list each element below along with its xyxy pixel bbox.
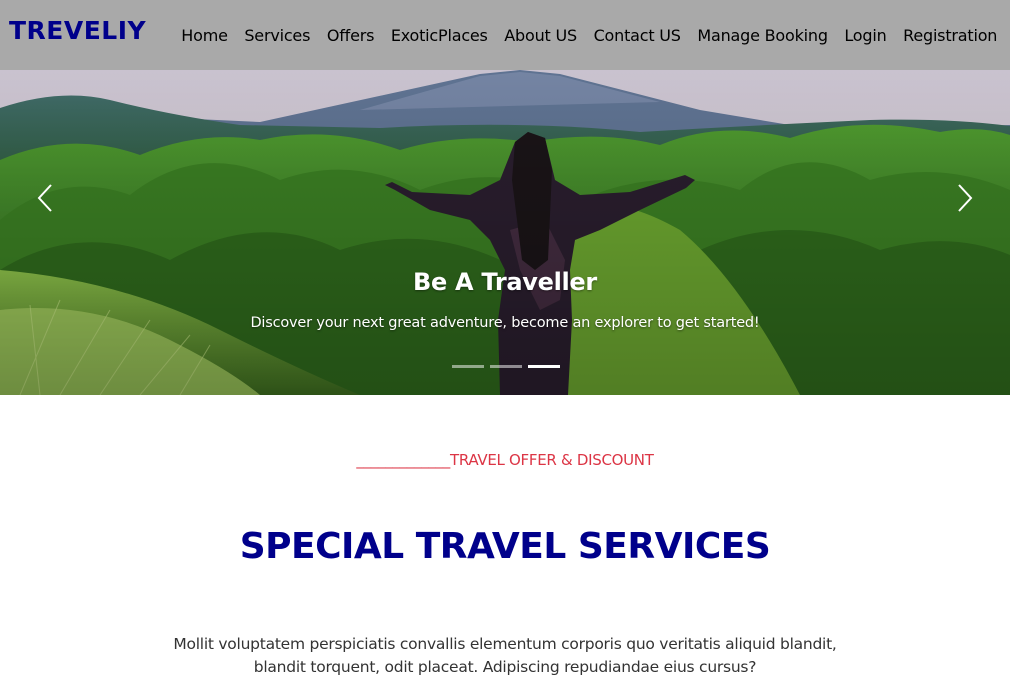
carousel-indicator-1[interactable] <box>452 365 484 368</box>
chevron-right-icon <box>958 183 973 212</box>
navbar: TREVELIY Home Services Offers ExoticPlac… <box>0 0 1010 70</box>
nav-links: Home Services Offers ExoticPlaces About … <box>173 0 1006 70</box>
hero-subtitle: Discover your next great adventure, beco… <box>250 315 760 331</box>
section-paragraph: Mollit voluptatem perspiciatis convallis… <box>173 635 837 676</box>
carousel-indicators <box>452 365 560 368</box>
nav-login[interactable]: Login <box>836 26 895 45</box>
hero-carousel: Be A Traveller Discover your next great … <box>0 70 1010 395</box>
carousel-indicator-2[interactable] <box>490 365 522 368</box>
section-title: SPECIAL TRAVEL SERVICES <box>239 526 771 567</box>
hero-title: Be A Traveller <box>413 268 597 296</box>
nav-services[interactable]: Services <box>236 26 318 45</box>
carousel-indicator-3[interactable] <box>528 365 560 368</box>
nav-offers[interactable]: Offers <box>319 26 383 45</box>
nav-home[interactable]: Home <box>173 26 236 45</box>
nav-exotic-places[interactable]: ExoticPlaces <box>383 26 496 45</box>
brand-logo[interactable]: TREVELIY <box>9 16 146 45</box>
nav-manage-booking[interactable]: Manage Booking <box>689 26 836 45</box>
nav-contact-us[interactable]: Contact US <box>585 26 689 45</box>
hero-image <box>0 70 1010 395</box>
chevron-left-icon <box>37 183 52 212</box>
nav-about-us[interactable]: About US <box>496 26 585 45</box>
section-eyebrow: _____________TRAVEL OFFER & DISCOUNT <box>356 451 654 469</box>
nav-registration[interactable]: Registration <box>895 26 1006 45</box>
